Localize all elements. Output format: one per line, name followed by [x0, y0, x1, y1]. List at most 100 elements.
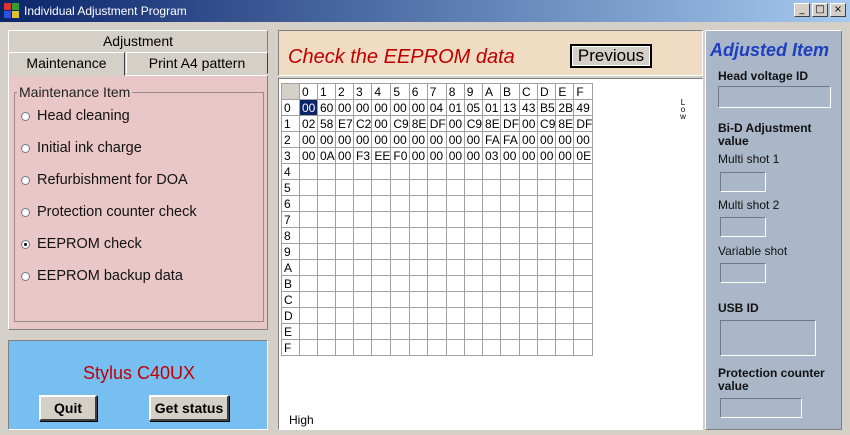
- grid-cell[interactable]: 43: [519, 99, 539, 116]
- grid-cell[interactable]: [426, 259, 447, 276]
- grid-cell[interactable]: [317, 227, 336, 244]
- grid-cell[interactable]: [335, 211, 354, 228]
- eeprom-grid-container[interactable]: 0 1 2 3 4 5 6 7 8 9 A B C D E F 0 00 60 00 00 00 00 00 04 01 05 01 1…: [278, 78, 703, 430]
- grid-cell[interactable]: [445, 163, 465, 180]
- grid-cell[interactable]: [463, 227, 484, 244]
- grid-cell[interactable]: [335, 195, 354, 212]
- grid-cell[interactable]: E7: [335, 115, 354, 132]
- grid-cell[interactable]: 8E: [482, 115, 502, 132]
- grid-cell[interactable]: [390, 227, 410, 244]
- grid-cell[interactable]: C9: [390, 115, 410, 132]
- grid-cell[interactable]: [317, 179, 336, 196]
- grid-cell[interactable]: [519, 243, 539, 260]
- grid-cell[interactable]: 00: [299, 147, 318, 164]
- grid-cell[interactable]: [482, 195, 502, 212]
- grid-cell[interactable]: [537, 179, 557, 196]
- grid-cell[interactable]: 00: [299, 131, 318, 148]
- grid-cell[interactable]: 00: [426, 131, 447, 148]
- radio-protection-counter-check[interactable]: Protection counter check: [21, 204, 197, 220]
- grid-cell[interactable]: [445, 275, 465, 292]
- grid-cell[interactable]: [371, 339, 392, 356]
- grid-cell[interactable]: [299, 179, 318, 196]
- grid-cell[interactable]: 00: [390, 131, 410, 148]
- grid-cell[interactable]: 00: [317, 131, 336, 148]
- grid-cell[interactable]: [426, 163, 447, 180]
- grid-cell[interactable]: [537, 339, 557, 356]
- grid-cell[interactable]: F3: [352, 147, 373, 164]
- grid-cell[interactable]: 0A: [317, 147, 336, 164]
- grid-cell[interactable]: [299, 291, 318, 308]
- grid-cell[interactable]: [555, 323, 575, 340]
- grid-cell[interactable]: [390, 179, 410, 196]
- grid-cell[interactable]: [390, 323, 410, 340]
- grid-cell[interactable]: [317, 259, 336, 276]
- grid-cell[interactable]: FA: [482, 131, 502, 148]
- grid-cell[interactable]: [555, 291, 575, 308]
- grid-cell[interactable]: 60: [317, 99, 336, 116]
- grid-cell[interactable]: 00: [445, 147, 465, 164]
- grid-cell[interactable]: 00: [555, 147, 575, 164]
- grid-cell[interactable]: 00: [335, 147, 354, 164]
- grid-cell[interactable]: [463, 163, 484, 180]
- grid-cell[interactable]: [500, 163, 521, 180]
- grid-cell[interactable]: [555, 259, 575, 276]
- grid-cell[interactable]: 00: [408, 99, 428, 116]
- grid-cell[interactable]: 00: [555, 131, 575, 148]
- grid-cell[interactable]: [482, 339, 502, 356]
- grid-cell[interactable]: [482, 179, 502, 196]
- grid-cell[interactable]: [371, 323, 392, 340]
- grid-cell[interactable]: [352, 243, 373, 260]
- radio-indicator[interactable]: [21, 175, 30, 185]
- grid-cell[interactable]: [445, 227, 465, 244]
- grid-cell[interactable]: [555, 195, 575, 212]
- grid-cell[interactable]: [426, 339, 447, 356]
- grid-cell[interactable]: 00: [352, 99, 373, 116]
- minimize-button[interactable]: _: [794, 3, 810, 17]
- grid-cell[interactable]: [482, 243, 502, 260]
- grid-cell[interactable]: 00: [537, 147, 557, 164]
- grid-cell[interactable]: [335, 163, 354, 180]
- grid-cell[interactable]: [371, 259, 392, 276]
- grid-cell[interactable]: 04: [426, 99, 447, 116]
- grid-cell[interactable]: C2: [352, 115, 373, 132]
- grid-cell[interactable]: [482, 259, 502, 276]
- grid-cell[interactable]: [537, 211, 557, 228]
- grid-cell[interactable]: [335, 243, 354, 260]
- grid-cell[interactable]: [482, 323, 502, 340]
- grid-cell[interactable]: [352, 227, 373, 244]
- grid-cell[interactable]: [352, 307, 373, 324]
- grid-cell[interactable]: 02: [299, 115, 318, 132]
- grid-cell[interactable]: [371, 307, 392, 324]
- grid-cell[interactable]: [299, 339, 318, 356]
- grid-cell[interactable]: [335, 323, 354, 340]
- tab-print-a4-pattern[interactable]: Print A4 pattern: [126, 52, 268, 74]
- grid-cell[interactable]: [537, 243, 557, 260]
- grid-cell[interactable]: [426, 179, 447, 196]
- grid-cell[interactable]: EE: [371, 147, 392, 164]
- grid-cell[interactable]: [335, 227, 354, 244]
- grid-cell[interactable]: [371, 291, 392, 308]
- grid-cell[interactable]: [482, 275, 502, 292]
- radio-indicator[interactable]: [21, 143, 30, 153]
- grid-cell[interactable]: [445, 179, 465, 196]
- grid-cell[interactable]: [500, 259, 521, 276]
- grid-cell[interactable]: [317, 195, 336, 212]
- grid-cell[interactable]: [390, 291, 410, 308]
- grid-cell[interactable]: [463, 243, 484, 260]
- eeprom-grid[interactable]: 0 1 2 3 4 5 6 7 8 9 A B C D E F 0 00 60 00 00 00 00 00 04 01 05 01 1…: [281, 83, 594, 356]
- grid-cell[interactable]: [445, 307, 465, 324]
- grid-cell[interactable]: DF: [573, 115, 594, 132]
- grid-cell[interactable]: [519, 211, 539, 228]
- grid-cell[interactable]: 03: [482, 147, 502, 164]
- grid-cell[interactable]: [352, 339, 373, 356]
- grid-cell[interactable]: [463, 179, 484, 196]
- grid-cell[interactable]: [573, 275, 594, 292]
- grid-cell[interactable]: B5: [537, 99, 557, 116]
- grid-cell[interactable]: [317, 211, 336, 228]
- grid-cell[interactable]: [573, 323, 594, 340]
- radio-indicator[interactable]: [21, 207, 30, 217]
- grid-cell[interactable]: 13: [500, 99, 521, 116]
- grid-cell[interactable]: 00: [390, 99, 410, 116]
- get-status-button[interactable]: Get status: [149, 395, 229, 421]
- grid-cell[interactable]: 49: [573, 99, 594, 116]
